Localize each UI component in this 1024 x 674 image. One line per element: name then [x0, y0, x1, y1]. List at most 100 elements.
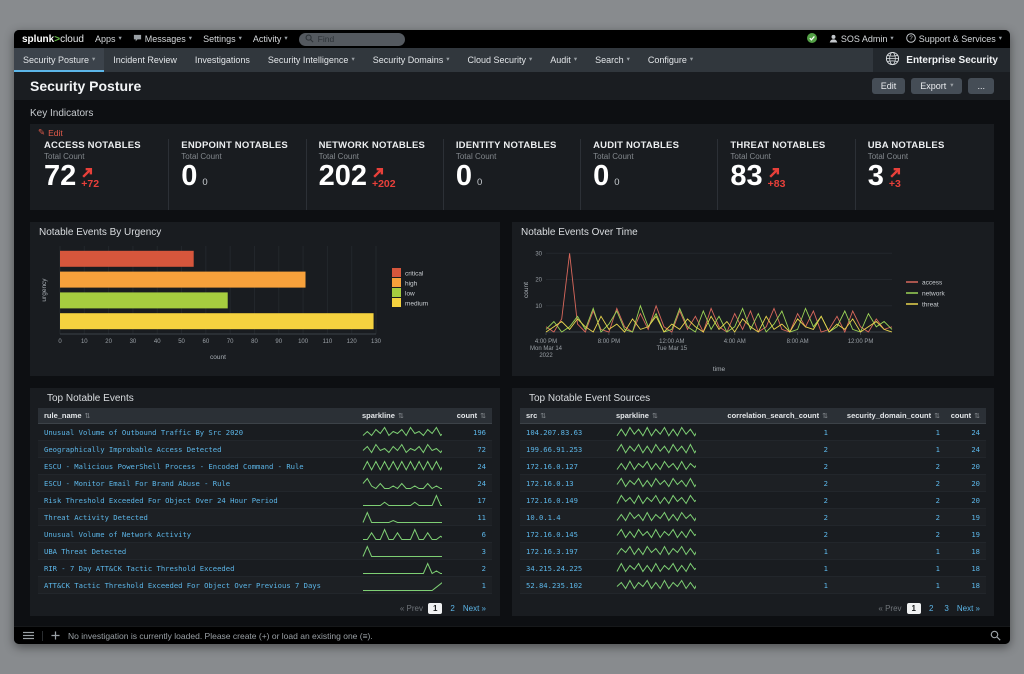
find-search-box[interactable] — [299, 33, 405, 46]
count-cell[interactable]: 18 — [946, 564, 986, 573]
correlation_search_count-cell[interactable]: 2 — [702, 462, 834, 471]
next-page-button[interactable]: Next » — [463, 604, 486, 613]
menu-messages[interactable]: Messages▾ — [133, 34, 192, 45]
edit-button[interactable]: Edit — [872, 78, 906, 94]
column-header-security-domain-count[interactable]: security_domain_count⇅ — [834, 411, 946, 420]
table-row[interactable]: ESCU - Malicious PowerShell Process - En… — [38, 458, 492, 475]
tab-security-posture[interactable]: Security Posture▾ — [14, 48, 104, 72]
rule_name-cell[interactable]: Risk Threshold Exceeded For Object Over … — [38, 496, 356, 505]
correlation_search_count-cell[interactable]: 1 — [702, 428, 834, 437]
export-button[interactable]: Export▾ — [911, 78, 962, 94]
tab-investigations[interactable]: Investigations — [186, 48, 259, 72]
page-button[interactable]: 2 — [926, 603, 936, 614]
splunk-cloud-logo[interactable]: splunk>cloud — [22, 34, 84, 45]
cloud-health-check-icon[interactable] — [807, 33, 817, 45]
table-row[interactable]: 52.84.235.1021118 — [520, 577, 986, 594]
correlation_search_count-cell[interactable]: 2 — [702, 530, 834, 539]
security_domain_count-cell[interactable]: 1 — [834, 564, 946, 573]
prev-page-button[interactable]: « Prev — [878, 604, 901, 613]
count-cell[interactable]: 24 — [946, 445, 986, 454]
column-header-sparkline[interactable]: sparkline⇅ — [610, 411, 702, 420]
table-row[interactable]: 172.16.0.132220 — [520, 475, 986, 492]
column-header-rule-name[interactable]: rule_name⇅ — [38, 411, 356, 420]
app-identity[interactable]: Enterprise Security — [873, 48, 1010, 72]
rule_name-cell[interactable]: ESCU - Malicious PowerShell Process - En… — [38, 462, 356, 471]
src-cell[interactable]: 10.0.1.4 — [520, 513, 610, 522]
current-page[interactable]: 1 — [907, 603, 921, 614]
count-cell[interactable]: 72 — [448, 445, 492, 454]
rule_name-cell[interactable]: UBA Threat Detected — [38, 547, 356, 556]
table-row[interactable]: 172.16.0.1272220 — [520, 458, 986, 475]
security_domain_count-cell[interactable]: 2 — [834, 462, 946, 471]
correlation_search_count-cell[interactable]: 2 — [702, 496, 834, 505]
current-page[interactable]: 1 — [428, 603, 442, 614]
count-cell[interactable]: 20 — [946, 479, 986, 488]
tab-security-intelligence[interactable]: Security Intelligence▾ — [259, 48, 364, 72]
security_domain_count-cell[interactable]: 1 — [834, 445, 946, 454]
tab-audit[interactable]: Audit▾ — [541, 48, 586, 72]
table-row[interactable]: Unusual Volume of Outbound Traffic By Sr… — [38, 424, 492, 441]
count-cell[interactable]: 18 — [946, 581, 986, 590]
user-menu[interactable]: SOS Admin▾ — [829, 34, 894, 45]
rule_name-cell[interactable]: Threat Activity Detected — [38, 513, 356, 522]
add-investigation-icon[interactable] — [51, 631, 60, 640]
count-cell[interactable]: 11 — [448, 513, 492, 522]
magnifier-icon[interactable] — [990, 630, 1001, 641]
table-row[interactable]: 172.16.0.1492220 — [520, 492, 986, 509]
src-cell[interactable]: 104.207.83.63 — [520, 428, 610, 437]
kpi-access-notables[interactable]: ACCESS NOTABLESTotal Count72+72 — [32, 139, 168, 210]
page-button[interactable]: 2 — [447, 603, 457, 614]
src-cell[interactable]: 172.16.0.149 — [520, 496, 610, 505]
security_domain_count-cell[interactable]: 1 — [834, 428, 946, 437]
src-cell[interactable]: 172.16.0.145 — [520, 530, 610, 539]
security_domain_count-cell[interactable]: 2 — [834, 496, 946, 505]
support-menu[interactable]: ? Support & Services▾ — [906, 33, 1002, 45]
menu-apps[interactable]: Apps▾ — [95, 34, 122, 44]
table-row[interactable]: 199.66.91.253 2124 — [520, 441, 986, 458]
security_domain_count-cell[interactable]: 2 — [834, 530, 946, 539]
count-cell[interactable]: 24 — [448, 479, 492, 488]
table-row[interactable]: Threat Activity Detected 11 — [38, 509, 492, 526]
kpi-network-notables[interactable]: NETWORK NOTABLESTotal Count202+202 — [306, 139, 443, 210]
src-cell[interactable]: 52.84.235.102 — [520, 581, 610, 590]
column-header-sparkline[interactable]: sparkline⇅ — [356, 411, 448, 420]
tab-search[interactable]: Search▾ — [586, 48, 639, 72]
kpi-endpoint-notables[interactable]: ENDPOINT NOTABLESTotal Count00 — [168, 139, 305, 210]
menu-settings[interactable]: Settings▾ — [203, 34, 242, 44]
rule_name-cell[interactable]: Geographically Improbable Access Detecte… — [38, 445, 356, 454]
count-cell[interactable]: 6 — [448, 530, 492, 539]
kpi-edit-link[interactable]: ✎ Edit — [38, 127, 63, 138]
count-cell[interactable]: 2 — [448, 564, 492, 573]
tab-incident-review[interactable]: Incident Review — [104, 48, 186, 72]
count-cell[interactable]: 24 — [946, 428, 986, 437]
count-cell[interactable]: 24 — [448, 462, 492, 471]
table-row[interactable]: UBA Threat Detected 3 — [38, 543, 492, 560]
table-row[interactable]: 172.16.3.1971118 — [520, 543, 986, 560]
count-cell[interactable]: 19 — [946, 513, 986, 522]
menu-activity[interactable]: Activity▾ — [253, 34, 288, 44]
security_domain_count-cell[interactable]: 2 — [834, 513, 946, 522]
table-row[interactable]: RIR - 7 Day ATT&CK Tactic Threshold Exce… — [38, 560, 492, 577]
correlation_search_count-cell[interactable]: 2 — [702, 445, 834, 454]
count-cell[interactable]: 17 — [448, 496, 492, 505]
rule_name-cell[interactable]: Unusual Volume of Outbound Traffic By Sr… — [38, 428, 356, 437]
count-cell[interactable]: 18 — [946, 547, 986, 556]
table-row[interactable]: ESCU - Monitor Email For Brand Abuse - R… — [38, 475, 492, 492]
kpi-uba-notables[interactable]: UBA NOTABLESTotal Count3+3 — [855, 139, 992, 210]
count-cell[interactable]: 3 — [448, 547, 492, 556]
table-row[interactable]: 34.215.24.2251118 — [520, 560, 986, 577]
rule_name-cell[interactable]: Unusual Volume of Network Activity — [38, 530, 356, 539]
table-row[interactable]: ATT&CK Tactic Threshold Exceeded For Obj… — [38, 577, 492, 594]
table-row[interactable]: Unusual Volume of Network Activity 6 — [38, 526, 492, 543]
src-cell[interactable]: 199.66.91.253 — [520, 445, 610, 454]
count-cell[interactable]: 196 — [448, 428, 492, 437]
kpi-threat-notables[interactable]: THREAT NOTABLESTotal Count83+83 — [717, 139, 854, 210]
table-row[interactable]: 172.16.0.1452219 — [520, 526, 986, 543]
investigation-list-icon[interactable] — [23, 631, 34, 640]
security_domain_count-cell[interactable]: 2 — [834, 479, 946, 488]
correlation_search_count-cell[interactable]: 1 — [702, 547, 834, 556]
src-cell[interactable]: 172.16.3.197 — [520, 547, 610, 556]
count-cell[interactable]: 20 — [946, 496, 986, 505]
table-row[interactable]: Geographically Improbable Access Detecte… — [38, 441, 492, 458]
kpi-audit-notables[interactable]: AUDIT NOTABLESTotal Count00 — [580, 139, 717, 210]
